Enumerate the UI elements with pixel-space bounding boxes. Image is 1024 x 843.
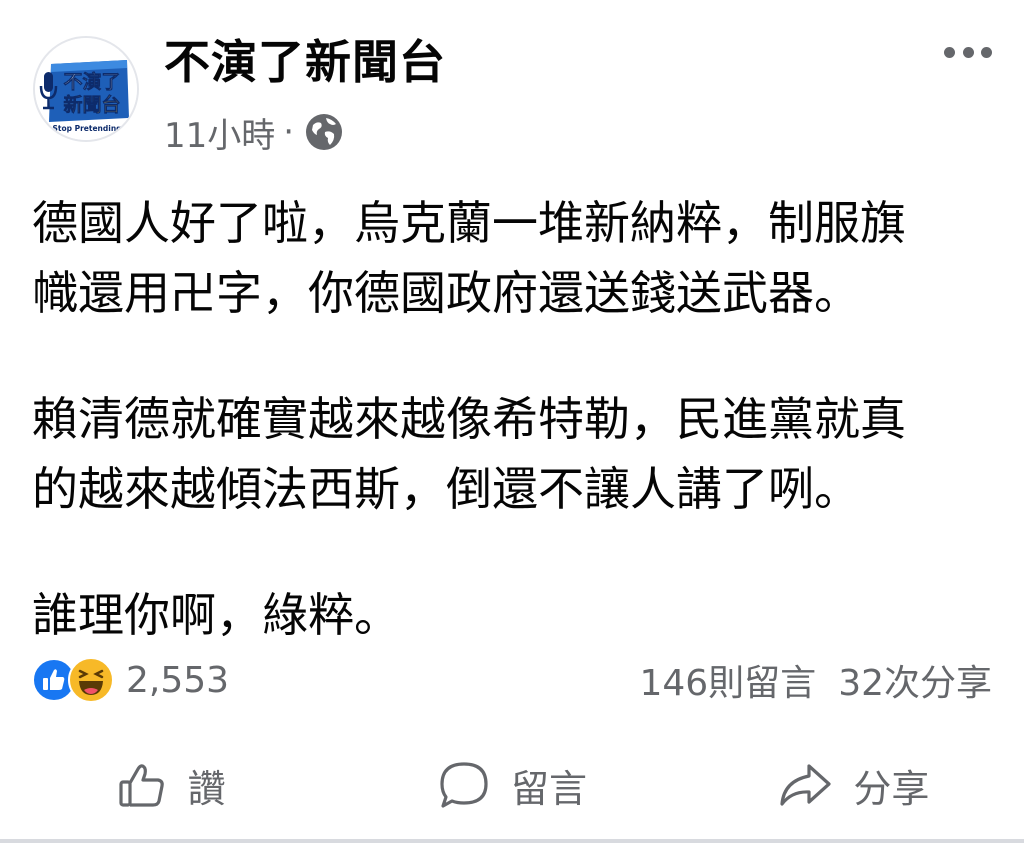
share-label: 分享 <box>853 766 930 811</box>
post-text-line: 幟還用卍字，你德國政府還送錢送武器。 <box>32 266 860 320</box>
bottom-divider <box>0 839 1024 843</box>
share-count-link[interactable]: 32次分享 <box>838 654 992 706</box>
post-paragraph: 德國人好了啦，烏克蘭一堆新納粹，制服旗 幟還用卍字，你德國政府還送錢送武器。 <box>32 188 992 328</box>
post-header: 不演了 新聞台 Stop Pretending 不演了新聞台 11小時 · <box>0 0 1024 160</box>
engagement-counts: 146則留言 32次分享 <box>639 654 992 706</box>
post-text-line: 賴清德就確實越來越像希特勒，民進黨就真 <box>32 392 906 446</box>
reaction-icons <box>32 657 114 703</box>
globe-icon[interactable] <box>304 112 344 152</box>
haha-icon <box>68 657 114 703</box>
page-avatar[interactable]: 不演了 新聞台 Stop Pretending <box>33 36 139 142</box>
facebook-post: 不演了 新聞台 Stop Pretending 不演了新聞台 11小時 · 德國… <box>0 0 1024 843</box>
post-stats: 2,553 146則留言 32次分享 <box>32 654 992 706</box>
more-dots-icon <box>981 46 992 58</box>
post-text-line: 德國人好了啦，烏克蘭一堆新納粹，制服旗 <box>32 196 906 250</box>
post-paragraph: 誰理你啊，綠粹。 <box>32 580 992 650</box>
comment-count-link[interactable]: 146則留言 <box>639 654 816 706</box>
reaction-count: 2,553 <box>126 659 230 701</box>
page-name[interactable]: 不演了新聞台 <box>164 34 446 90</box>
post-timestamp[interactable]: 11小時 <box>164 108 275 157</box>
post-meta: 11小時 · <box>164 108 344 156</box>
comment-button[interactable]: 留言 <box>341 740 682 830</box>
post-text-line: 誰理你啊，綠粹。 <box>32 588 400 642</box>
comment-icon <box>440 762 488 808</box>
logo-line2: 新聞台 <box>63 93 120 116</box>
share-button[interactable]: 分享 <box>683 740 1024 830</box>
logo-tagline: Stop Pretending <box>52 124 121 133</box>
like-button[interactable]: 讚 <box>0 740 341 830</box>
more-dots-icon <box>944 46 955 58</box>
like-label: 讚 <box>187 766 226 811</box>
comment-label: 留言 <box>510 766 587 811</box>
page-logo: 不演了 新聞台 Stop Pretending <box>35 38 137 140</box>
post-body: 德國人好了啦，烏克蘭一堆新納粹，制服旗 幟還用卍字，你德國政府還送錢送武器。 賴… <box>32 188 992 650</box>
post-actions: 讚 留言 分享 <box>0 740 1024 830</box>
meta-separator: · <box>283 112 295 152</box>
more-dots-icon <box>962 46 974 58</box>
thumbs-up-icon <box>119 764 164 807</box>
reactions-summary[interactable]: 2,553 <box>32 657 229 703</box>
post-text-line: 的越來越傾法西斯，倒還不讓人講了咧。 <box>32 462 860 516</box>
more-options-button[interactable] <box>938 32 998 72</box>
share-arrow-icon <box>780 764 831 806</box>
logo-line1: 不演了 <box>63 70 120 93</box>
post-paragraph: 賴清德就確實越來越像希特勒，民進黨就真 的越來越傾法西斯，倒還不讓人講了咧。 <box>32 384 992 524</box>
